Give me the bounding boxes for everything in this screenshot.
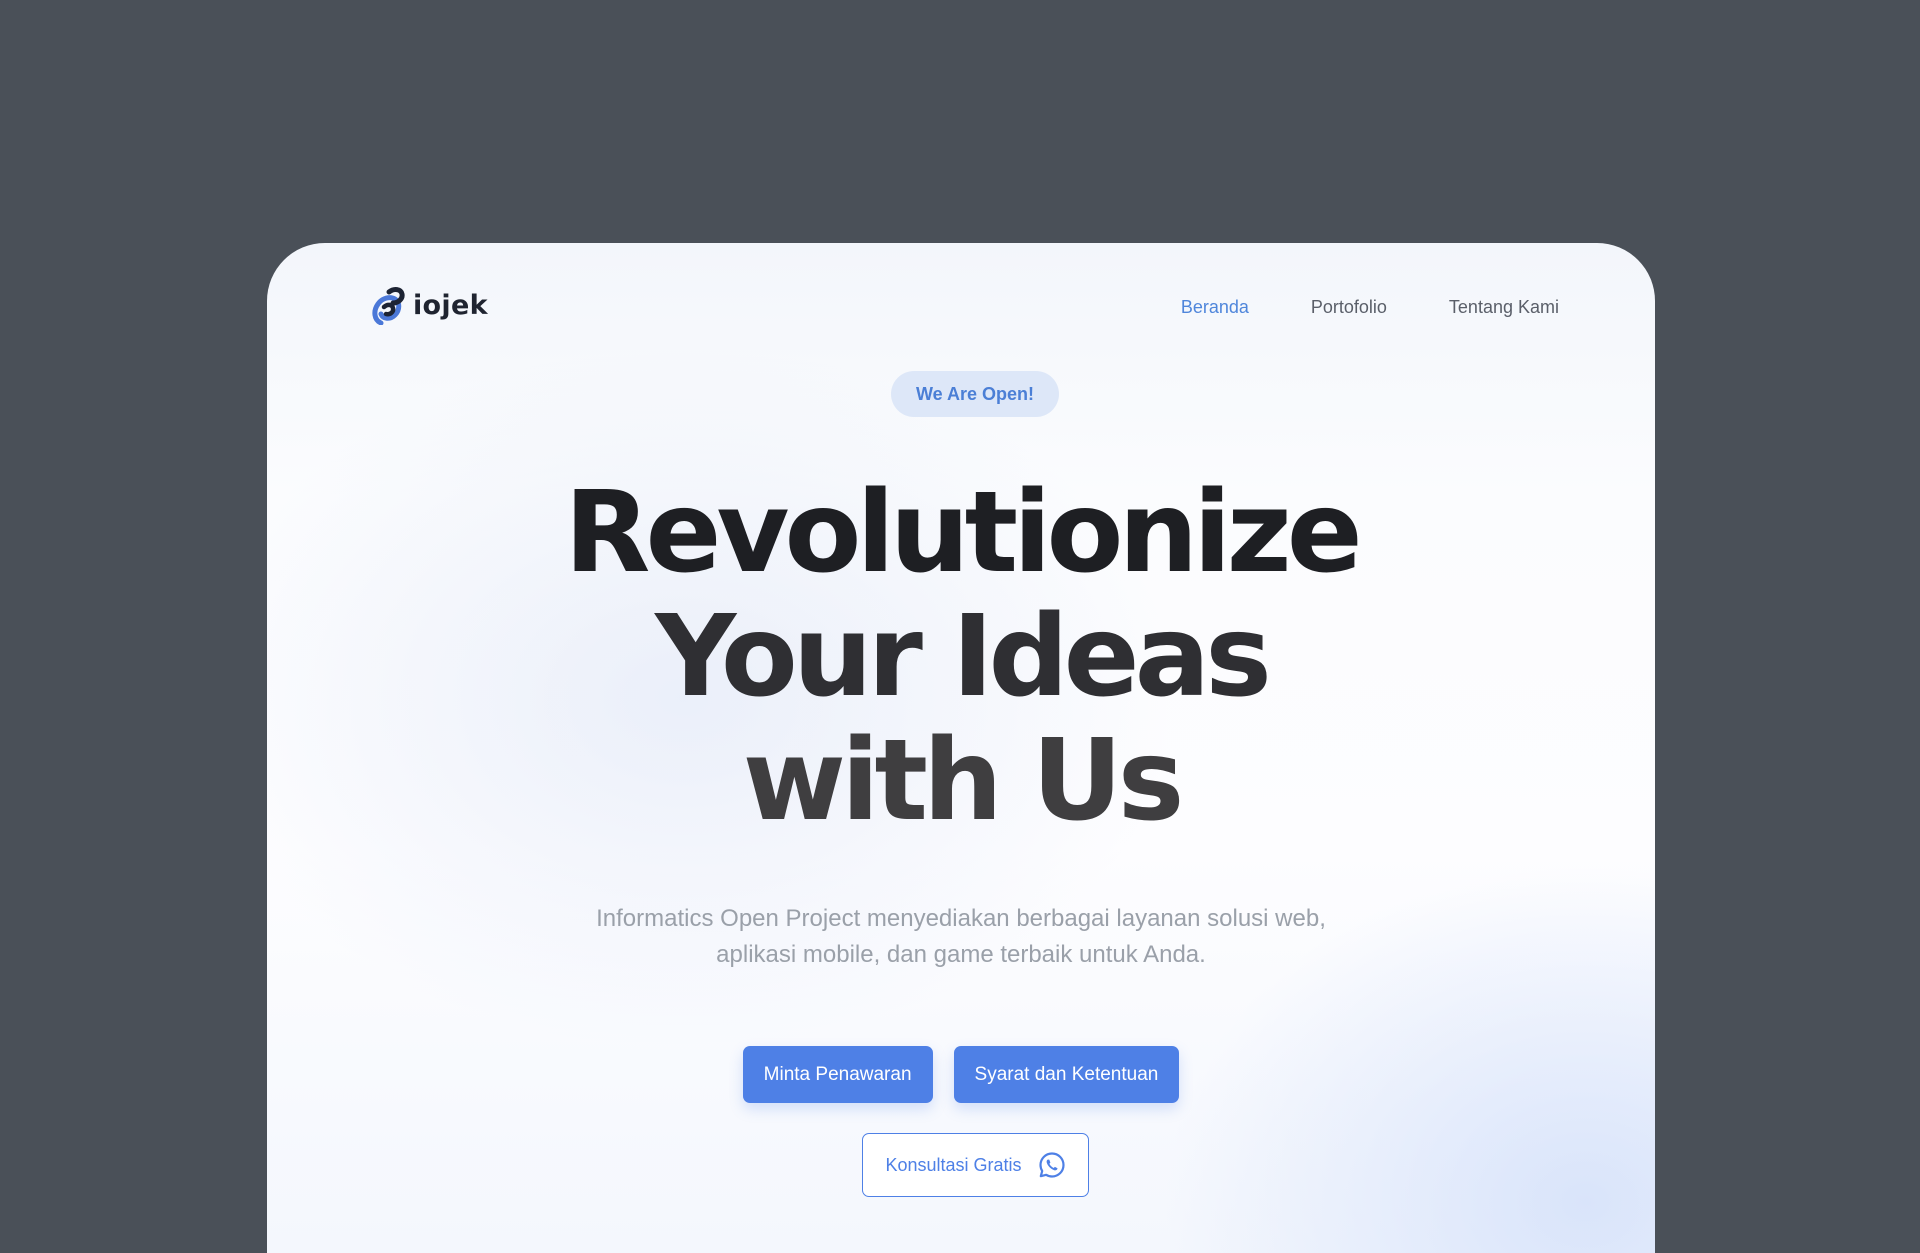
nav-item-tentang-kami[interactable]: Tentang Kami	[1449, 297, 1559, 318]
landing-page-card: iojek Beranda Portofolio Tentang Kami We…	[267, 243, 1655, 1253]
whatsapp-icon	[1038, 1152, 1065, 1178]
hero-title-line-3: with Us	[742, 716, 1185, 846]
terms-button[interactable]: Syarat dan Ketentuan	[953, 1046, 1180, 1103]
cta-button-row: Minta Penawaran Syarat dan Ketentuan	[267, 1046, 1655, 1103]
status-badge: We Are Open!	[891, 371, 1059, 417]
nav-item-beranda[interactable]: Beranda	[1181, 297, 1249, 318]
request-quote-button[interactable]: Minta Penawaran	[742, 1046, 933, 1103]
free-consultation-label: Konsultasi Gratis	[885, 1154, 1022, 1175]
hero-title-line-1: Revolutionize	[564, 468, 1362, 598]
hero-title: Revolutionize Your Ideas with Us	[267, 471, 1655, 843]
top-navbar: iojek Beranda Portofolio Tentang Kami	[267, 243, 1655, 373]
brand-logo[interactable]: iojek	[371, 285, 488, 325]
free-consultation-button[interactable]: Konsultasi Gratis	[862, 1133, 1089, 1197]
hero-subtitle: Informatics Open Project menyediakan ber…	[596, 905, 1326, 968]
hero-title-line-2: Your Ideas	[655, 592, 1272, 722]
iojek-logo-icon	[372, 287, 405, 325]
nav-item-portofolio[interactable]: Portofolio	[1311, 297, 1387, 318]
brand-name: iojek	[413, 289, 488, 321]
main-nav: Beranda Portofolio Tentang Kami	[1181, 297, 1559, 318]
